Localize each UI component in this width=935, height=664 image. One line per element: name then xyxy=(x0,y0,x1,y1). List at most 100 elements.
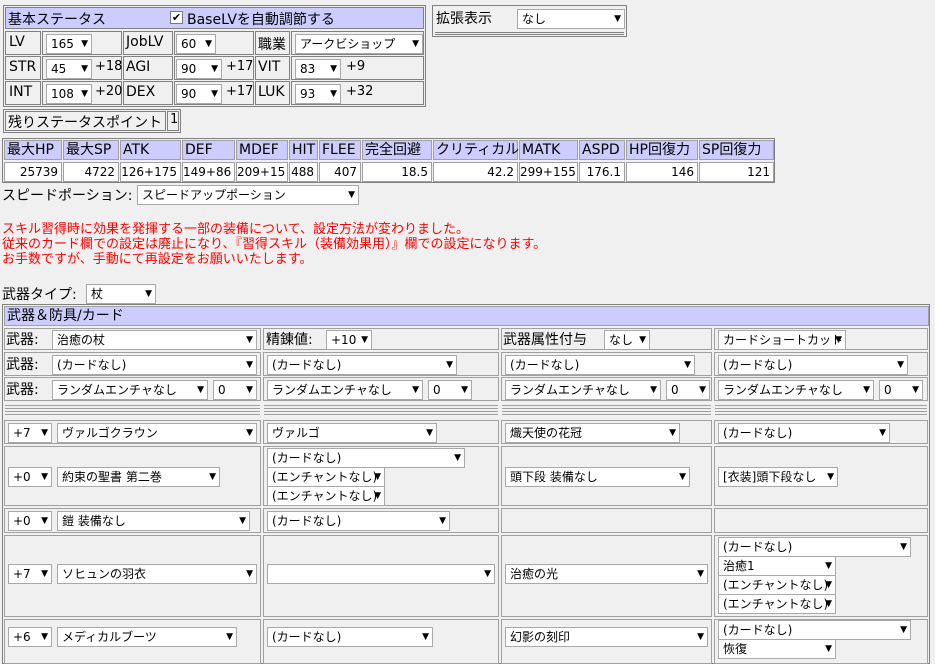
offhand-enchant-2[interactable]: (エンチャントなし) ▼ xyxy=(267,486,385,506)
joblv-label-cell: JobLV xyxy=(123,31,173,55)
stat-str-label-cell: STR xyxy=(5,56,41,80)
battle-value-12: 121 xyxy=(699,162,774,182)
stat-luk-label-cell: LUK xyxy=(255,81,290,105)
random-enchant-3-val[interactable]: 0 ▼ xyxy=(666,380,710,400)
battle-header-0: 最大HP xyxy=(4,140,62,160)
garment-card-4[interactable]: (カードなし) ▼ xyxy=(718,537,911,557)
offhand-card-select[interactable]: (カードなし) ▼ xyxy=(267,448,465,468)
battle-header-2: ATK xyxy=(120,140,181,160)
stat-agi-label-cell: AGI xyxy=(123,56,173,80)
ext-select[interactable]: なし ▼ xyxy=(517,9,625,29)
shoes-card-4[interactable]: (カードなし) ▼ xyxy=(718,620,911,640)
stat-luk-bonus: +32 xyxy=(346,84,374,99)
battle-header-5: HIT xyxy=(289,140,318,160)
shoes-refine-select[interactable]: +6 ▼ xyxy=(8,627,52,647)
stat-luk-select[interactable]: 93 ▼ xyxy=(295,84,341,104)
random-enchant-label: 武器: xyxy=(6,382,39,398)
battle-header-11: HP回復力 xyxy=(626,140,698,160)
battle-value-7: 18.5 xyxy=(362,162,432,182)
weapon-label: 武器: xyxy=(6,332,39,348)
shoes-opt-1[interactable]: 恢復 ▼ xyxy=(718,639,836,659)
equip-title: 武器＆防具/カード xyxy=(4,306,929,326)
joblv-select[interactable]: 60 ▼ xyxy=(176,34,216,54)
battle-value-10: 176.1 xyxy=(579,162,625,182)
separator-b-1 xyxy=(264,411,498,415)
speed-select[interactable]: スピードアップポーション ▼ xyxy=(137,185,359,205)
separator-b-2 xyxy=(502,411,711,415)
armor-card-select[interactable]: (カードなし) ▼ xyxy=(267,511,450,531)
offhand-costume-select[interactable]: [衣装]頭下段なし ▼ xyxy=(718,467,838,487)
random-enchant-4-val[interactable]: 0 ▼ xyxy=(879,380,923,400)
remaining-panel: 残りステータスポイント 1 xyxy=(3,109,181,133)
offhand-mid-select[interactable]: 頭下段 装備なし ▼ xyxy=(505,467,690,487)
card-shortcut-select[interactable]: カードショートカット ▼ xyxy=(718,330,846,350)
random-enchant-3[interactable]: ランダムエンチャなし ▼ xyxy=(505,380,661,400)
stat-vit-select[interactable]: 83 ▼ xyxy=(295,59,341,79)
head-refine-select[interactable]: +7 ▼ xyxy=(8,423,52,443)
lv-select[interactable]: 165 ▼ xyxy=(46,34,92,54)
head-enchant-select[interactable]: 熾天使の花冠 ▼ xyxy=(505,423,680,443)
separator-1 xyxy=(264,405,498,409)
head-card-select[interactable]: ヴァルゴ ▼ xyxy=(267,423,437,443)
offhand-enchant-1[interactable]: (エンチャントなし) ▼ xyxy=(267,467,385,487)
stat-int-label-cell: INT xyxy=(5,81,41,105)
stat-agi-bonus: +17 xyxy=(226,59,254,74)
garment-opt-2[interactable]: (エンチャントなし) ▼ xyxy=(718,575,836,595)
random-enchant-2[interactable]: ランダムエンチャなし ▼ xyxy=(267,380,423,400)
weapon-select[interactable]: 治癒の杖 ▼ xyxy=(52,330,257,350)
battle-header-9: MATK xyxy=(519,140,578,160)
job-select[interactable]: アークビショップ ▼ xyxy=(295,34,423,54)
stat-int-bonus: +20 xyxy=(95,84,123,99)
element-select[interactable]: なし ▼ xyxy=(604,330,650,350)
garment-item-select[interactable]: ソヒュンの羽衣 ▼ xyxy=(57,564,257,584)
stat-str-select[interactable]: 45 ▼ xyxy=(46,59,92,79)
shoes-item-select[interactable]: メディカルブーツ ▼ xyxy=(57,627,237,647)
shoes-card-select[interactable]: (カードなし) ▼ xyxy=(267,627,433,647)
head-item-select[interactable]: ヴァルゴクラウン ▼ xyxy=(57,423,257,443)
battle-value-9: 299+155 xyxy=(519,162,578,182)
battle-header-1: 最大SP xyxy=(63,140,119,160)
random-enchant-4[interactable]: ランダムエンチャなし ▼ xyxy=(718,380,874,400)
weapon-card-3[interactable]: (カードなし) ▼ xyxy=(505,355,695,375)
offhand-refine-select[interactable]: +0 ▼ xyxy=(8,467,52,487)
battle-header-12: SP回復力 xyxy=(699,140,774,160)
battle-value-2: 126+175 xyxy=(120,162,181,182)
head-slot4-select[interactable]: (カードなし) ▼ xyxy=(718,423,890,443)
garment-refine-select[interactable]: +7 ▼ xyxy=(8,564,52,584)
shoes-enchant-select[interactable]: 幻影の刻印 ▼ xyxy=(505,627,708,647)
remaining-label-cell: 残りステータスポイント xyxy=(5,111,166,131)
stat-dex-select[interactable]: 90 ▼ xyxy=(176,84,222,104)
battle-value-11: 146 xyxy=(626,162,698,182)
battle-header-7: 完全回避 xyxy=(362,140,432,160)
garment-opt-3[interactable]: (エンチャントなし) ▼ xyxy=(718,594,836,614)
auto-base-checkbox[interactable]: ✔ xyxy=(170,11,183,24)
weapon-card-2[interactable]: (カードなし) ▼ xyxy=(267,355,457,375)
job-label-cell: 職業 xyxy=(255,31,290,55)
weapon-card-1[interactable]: (カードなし) ▼ xyxy=(52,355,257,375)
garment-card-select[interactable]: ▼ xyxy=(267,564,495,584)
armor-refine-select[interactable]: +0 ▼ xyxy=(8,511,52,531)
stat-str-bonus: +18 xyxy=(95,59,123,74)
separator-3 xyxy=(715,405,927,409)
random-enchant-1-val[interactable]: 0 ▼ xyxy=(213,380,257,400)
offhand-item-select[interactable]: 約束の聖書 第二巻 ▼ xyxy=(57,467,220,487)
refine-select[interactable]: +10 ▼ xyxy=(326,330,372,350)
armor-item-select[interactable]: 鎧 装備なし ▼ xyxy=(57,511,250,531)
refine-label: 精錬値: xyxy=(266,332,313,348)
weapon-type-select[interactable]: 杖 ▼ xyxy=(86,284,156,304)
battle-header-3: DEF xyxy=(182,140,235,160)
battle-value-6: 407 xyxy=(319,162,361,182)
notice-line-3: お手数ですが、手動にて再設定をお願いいたします。 xyxy=(2,252,313,267)
stat-agi-select[interactable]: 90 ▼ xyxy=(176,59,222,79)
notice-line-1: スキル習得時に効果を発揮する一部の装備について、設定方法が変わりました。 xyxy=(2,222,469,237)
weapon-card-4[interactable]: (カードなし) ▼ xyxy=(718,355,908,375)
random-enchant-1[interactable]: ランダムエンチャなし ▼ xyxy=(52,380,208,400)
random-enchant-2-val[interactable]: 0 ▼ xyxy=(428,380,472,400)
separator-2 xyxy=(502,405,711,409)
separator-b-0 xyxy=(5,411,260,415)
weapon-type-label: 武器タイプ: xyxy=(2,287,77,303)
garment-opt-1[interactable]: 治癒1 ▼ xyxy=(718,556,836,576)
battle-header-10: ASPD xyxy=(579,140,625,160)
stat-int-select[interactable]: 108 ▼ xyxy=(46,84,92,104)
garment-enchant-select[interactable]: 治癒の光 ▼ xyxy=(505,564,708,584)
